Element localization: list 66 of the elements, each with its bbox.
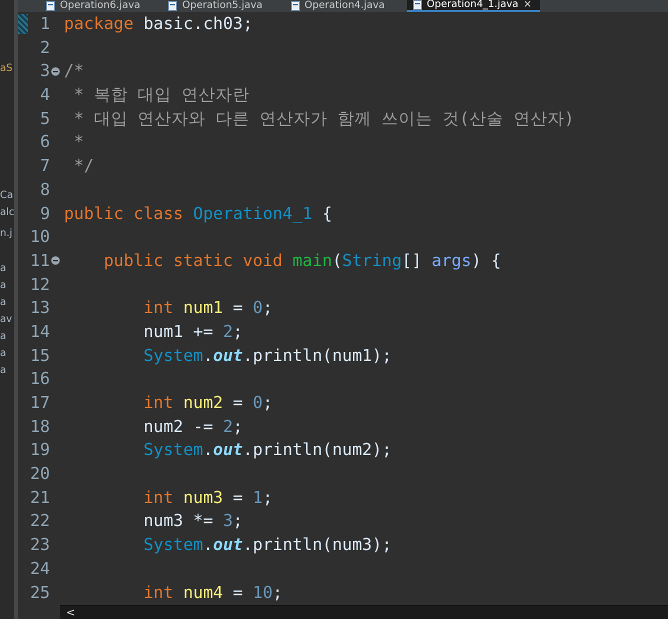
file-icon [412, 0, 422, 10]
code-line: int num2 = 0; [142, 392, 273, 414]
line-number: 21 [30, 486, 50, 509]
code-line: * 대입 연산자와 다른 연산자가 함께 쓰이는 것(산술 연산자) [72, 108, 574, 130]
code-line: */ [72, 155, 94, 178]
line-number: 1 [39, 13, 50, 35]
code-line: int num4 = 10; [142, 582, 283, 604]
line-number: 3 [39, 60, 50, 82]
line-number: 10 [30, 226, 50, 248]
editor-tab[interactable]: Operation6.java [40, 0, 162, 12]
line-number: 7 [39, 155, 50, 178]
line-number: 17 [30, 392, 50, 414]
line-number: 18 [30, 416, 50, 438]
sidebar-item[interactable]: aS [0, 60, 14, 77]
file-icon [168, 1, 178, 11]
sidebar-item[interactable]: av [0, 311, 14, 328]
sidebar-item[interactable]: a [0, 260, 14, 277]
editor-tab[interactable]: Operation5.java [162, 0, 285, 12]
line-number: 2 [39, 36, 50, 59]
code-line: num1 += 2; [142, 320, 243, 343]
code-line: int num1 = 0; [142, 297, 273, 320]
line-number: 6 [39, 131, 50, 154]
code-line: System.out.println(num3); [142, 534, 392, 556]
code-line: System.out.println(num1); [142, 344, 392, 367]
line-number: 4 [39, 84, 50, 106]
line-number: 14 [30, 320, 50, 343]
code-line: int num3 = 1; [142, 486, 273, 509]
sidebar-item[interactable]: a [0, 294, 14, 311]
sidebar-item[interactable]: a [0, 328, 14, 345]
editor-tab[interactable]: Operation4.java [284, 0, 407, 12]
file-icon [290, 1, 300, 11]
line-number: 23 [30, 534, 50, 556]
sidebar-item[interactable]: alc [0, 204, 14, 221]
code-line: System.out.println(num2); [142, 439, 392, 462]
horizontal-scrollbar[interactable]: < [60, 605, 668, 619]
sidebar-item[interactable]: n.j [0, 225, 14, 242]
line-number: 9 [39, 202, 50, 224]
sidebar-item[interactable]: Ca [0, 187, 14, 204]
line-number: 19 [30, 439, 50, 462]
line-number: 20 [30, 463, 50, 486]
collapse-icon[interactable] [51, 256, 60, 266]
line-number: 11 [30, 250, 50, 272]
sidebar-item[interactable]: a [0, 277, 14, 294]
sidebar-item[interactable]: a [0, 345, 14, 362]
line-number: 5 [39, 108, 50, 130]
collapse-icon[interactable] [51, 66, 60, 76]
file-icon [46, 1, 55, 11]
sidebar-item[interactable]: a [0, 362, 14, 379]
code-line: public class Operation4_1 { [64, 202, 332, 225]
line-number: 24 [30, 558, 50, 580]
line-number: 15 [30, 344, 50, 367]
code-line: /* [64, 60, 84, 82]
line-number: 12 [30, 274, 50, 296]
code-line: package basic.ch03; [64, 13, 253, 35]
line-number: 25 [30, 582, 50, 604]
code-line: num3 *= 3; [142, 510, 243, 532]
line-number: 13 [30, 297, 50, 320]
scroll-left-arrow[interactable]: < [60, 606, 76, 618]
code-line: num2 -= 2; [142, 416, 243, 438]
close-icon[interactable]: × [523, 0, 532, 11]
line-number: 22 [30, 510, 50, 532]
code-line: * [72, 131, 84, 154]
code-line: * 복합 대입 연산자란 [72, 84, 250, 106]
line-number: 16 [30, 368, 50, 390]
code-line: public static void main(String[] args) { [102, 250, 502, 272]
line-number: 8 [39, 178, 50, 201]
